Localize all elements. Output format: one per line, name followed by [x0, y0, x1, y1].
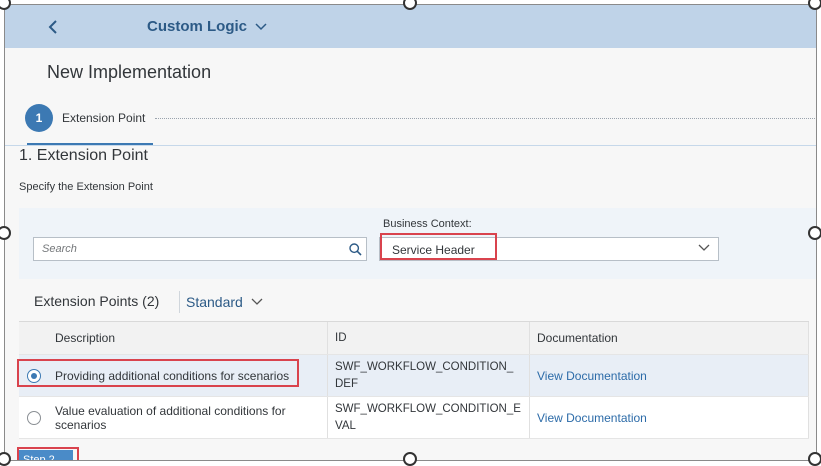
section-title: 1. Extension Point — [19, 147, 148, 164]
wizard-progress-line — [155, 118, 815, 119]
column-header-description[interactable]: Description — [55, 322, 325, 354]
resize-handle-bottom-center[interactable] — [403, 452, 417, 466]
shell-bar: Custom Logic — [5, 5, 816, 48]
column-divider — [529, 355, 530, 396]
back-arrow-icon — [48, 20, 57, 34]
extension-points-table: Description ID Documentation Providing a… — [19, 321, 809, 439]
resize-handle-top-right[interactable] — [808, 0, 821, 10]
row-select-radio[interactable] — [27, 369, 41, 383]
row-id: SWF_WORKFLOW_CONDITION_E VAL — [335, 397, 529, 438]
column-divider — [327, 397, 328, 438]
business-context-label: Business Context: — [383, 218, 472, 230]
table-row[interactable]: Providing additional conditions for scen… — [19, 355, 809, 397]
search-field — [33, 237, 367, 261]
variant-label: Standard — [186, 294, 243, 310]
chevron-down-icon — [255, 22, 267, 30]
row-id-line-2: DEF — [335, 377, 358, 390]
column-divider — [529, 322, 530, 354]
filter-bar: Business Context: Service Header — [19, 208, 816, 279]
wizard-step-1[interactable]: 1 Extension Point — [25, 104, 145, 132]
view-documentation-link[interactable]: View Documentation — [537, 411, 647, 425]
resize-handle-bottom-right[interactable] — [808, 452, 821, 466]
row-documentation: View Documentation — [537, 355, 809, 396]
business-context-select[interactable]: Service Header — [379, 237, 719, 261]
chevron-down-icon — [698, 244, 710, 251]
column-divider — [808, 397, 809, 438]
page-title: New Implementation — [47, 62, 212, 82]
section-subtitle: Specify the Extension Point — [19, 181, 153, 193]
step-label: Extension Point — [62, 111, 146, 125]
search-button[interactable] — [344, 242, 366, 256]
resize-handle-middle-right[interactable] — [808, 226, 821, 240]
row-id-line-1: SWF_WORKFLOW_CONDITION_E — [335, 402, 521, 415]
column-header-documentation[interactable]: Documentation — [537, 322, 809, 354]
column-header-id[interactable]: ID — [335, 322, 529, 354]
variant-select[interactable]: Standard — [179, 291, 263, 313]
row-id-line-2: VAL — [335, 419, 356, 432]
row-select-radio[interactable] — [27, 411, 41, 425]
header-divider — [5, 145, 816, 146]
page-header: New Implementation 1 Extension Point — [5, 48, 816, 146]
table-row[interactable]: Value evaluation of additional condition… — [19, 397, 809, 439]
app-window: Custom Logic New Implementation 1 Extens… — [4, 4, 817, 461]
resize-handle-bottom-left[interactable] — [0, 452, 11, 466]
row-description: Providing additional conditions for scen… — [55, 368, 290, 383]
step-2-button[interactable]: Step 2 — [19, 450, 73, 460]
row-documentation: View Documentation — [537, 397, 809, 438]
view-documentation-link[interactable]: View Documentation — [537, 369, 647, 383]
row-id: SWF_WORKFLOW_CONDITION_ DEF — [335, 355, 529, 396]
app-title: Custom Logic — [147, 18, 247, 35]
column-divider — [808, 322, 809, 354]
app-title-menu[interactable]: Custom Logic — [147, 18, 267, 35]
search-input[interactable] — [34, 238, 344, 260]
row-description: Value evaluation of additional condition… — [55, 403, 286, 432]
column-divider — [808, 355, 809, 396]
column-divider — [327, 355, 328, 396]
table-title: Extension Points (2) — [34, 293, 160, 309]
table-header-row: Description ID Documentation — [19, 322, 809, 355]
row-id-line-1: SWF_WORKFLOW_CONDITION_ — [335, 360, 514, 373]
back-button[interactable] — [41, 15, 65, 39]
column-divider — [529, 397, 530, 438]
business-context-value: Service Header — [392, 243, 475, 257]
search-icon — [348, 242, 362, 256]
chevron-down-icon — [251, 298, 263, 305]
step-number-badge: 1 — [25, 104, 53, 132]
column-divider — [327, 322, 328, 354]
